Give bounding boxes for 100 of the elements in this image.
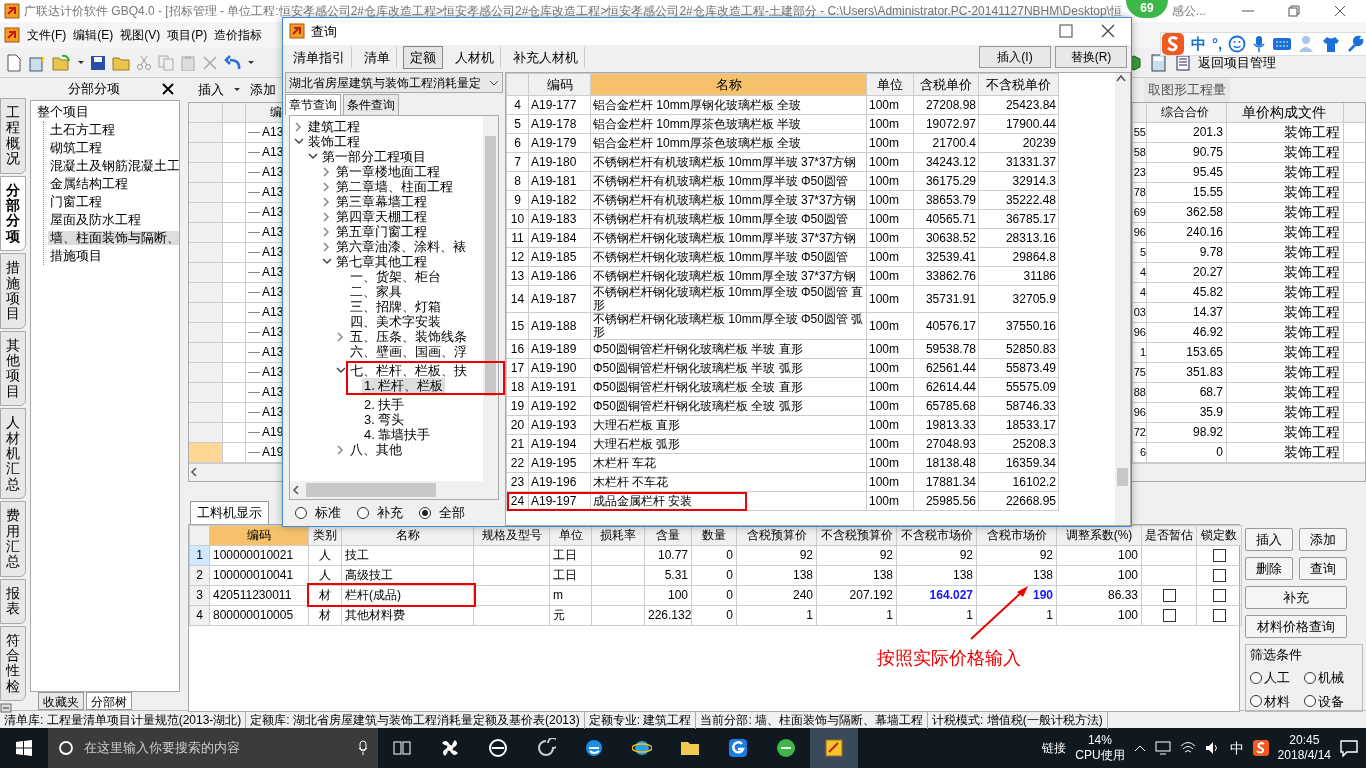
keyboard-icon[interactable] xyxy=(1272,37,1293,51)
row-marker[interactable] xyxy=(189,163,223,183)
caret-icon[interactable] xyxy=(234,88,240,92)
action-button[interactable]: 查询 xyxy=(1299,556,1347,580)
tree-item[interactable]: 六、壁画、国画、浮 xyxy=(348,344,469,359)
tab[interactable]: 清单指引 xyxy=(287,46,352,69)
side-tab[interactable]: 符合性检 xyxy=(0,625,26,702)
task-view-icon[interactable] xyxy=(392,738,412,758)
row-marker[interactable] xyxy=(189,203,223,223)
g-app-icon[interactable] xyxy=(728,738,748,758)
action-button[interactable]: 材料价格查询 xyxy=(1245,614,1347,638)
checkbox[interactable] xyxy=(1162,589,1176,603)
radio-button[interactable] xyxy=(1304,695,1316,708)
tab[interactable]: 定额 xyxy=(403,45,443,70)
checkbox[interactable] xyxy=(1212,609,1226,623)
scroll-left-icon[interactable] xyxy=(290,484,302,496)
checkbox[interactable] xyxy=(1212,549,1226,563)
tree-item[interactable]: 门窗工程 xyxy=(48,195,104,209)
caret-icon[interactable] xyxy=(78,61,84,64)
ime-logo-icon[interactable] xyxy=(1252,740,1269,756)
radio-button[interactable] xyxy=(1304,671,1316,684)
panel-tab[interactable]: 分部树 xyxy=(86,692,132,710)
row-number[interactable]: 4 xyxy=(189,605,210,625)
extract-button[interactable]: 取图形工程量 xyxy=(1144,78,1230,102)
tree-item[interactable]: 八、其他 xyxy=(348,442,404,457)
tree-item[interactable]: 混凝土及钢筋混凝土工 xyxy=(48,159,179,173)
menu-item[interactable]: 造价指标 xyxy=(214,26,263,44)
tree-item[interactable]: 第四章天棚工程 xyxy=(334,209,429,224)
scroll-up-icon[interactable] xyxy=(1115,73,1127,83)
menu-item[interactable]: 项目(P) xyxy=(167,26,208,44)
row-marker[interactable] xyxy=(189,303,223,323)
wrench-icon[interactable] xyxy=(1346,35,1365,53)
row-marker[interactable] xyxy=(189,223,223,243)
radio-button[interactable] xyxy=(1250,671,1262,684)
tab[interactable]: 清单 xyxy=(358,46,397,69)
undo-icon[interactable] xyxy=(224,54,242,71)
caret-icon[interactable] xyxy=(248,61,254,64)
row-marker[interactable] xyxy=(189,443,223,463)
input-language[interactable]: 中 xyxy=(1229,737,1244,759)
calculator-icon[interactable] xyxy=(1150,53,1168,72)
checkbox[interactable] xyxy=(1212,569,1226,583)
row-marker[interactable] xyxy=(189,263,223,283)
library-dropdown[interactable]: 湖北省房屋建筑与装饰工程消耗量定 xyxy=(285,72,503,93)
tree-item[interactable]: 屋面及防水工程 xyxy=(48,213,143,227)
tree-item[interactable]: 砌筑工程 xyxy=(48,141,104,155)
tree-item[interactable]: 整个项目 xyxy=(35,105,91,119)
row-marker[interactable] xyxy=(189,403,223,423)
row-marker[interactable] xyxy=(189,123,223,143)
fan-icon[interactable] xyxy=(440,738,460,758)
wifi-icon[interactable] xyxy=(1179,741,1196,755)
dialog-button[interactable]: 替换(R) xyxy=(1055,46,1127,69)
windows-start-icon[interactable] xyxy=(16,740,32,756)
row-marker[interactable] xyxy=(189,243,223,263)
tree-item[interactable]: 第一部分工程项目 xyxy=(320,149,428,164)
row-marker[interactable] xyxy=(189,283,223,303)
menu-item[interactable]: 文件(F) xyxy=(27,26,67,44)
tree-item[interactable]: 七、栏杆、栏板、扶 xyxy=(348,363,469,378)
scrollbar-thumb[interactable] xyxy=(1117,468,1128,486)
tree-item[interactable]: 4. 靠墙扶手 xyxy=(362,427,433,442)
side-tab[interactable]: 措施项目 xyxy=(0,253,26,329)
shirt-icon[interactable] xyxy=(1322,35,1341,53)
insert-button[interactable]: 插入 xyxy=(198,80,224,100)
row-marker[interactable] xyxy=(189,143,223,163)
row-number[interactable]: 3 xyxy=(189,585,210,605)
action-button[interactable]: 插入 xyxy=(1245,527,1293,551)
tree-item[interactable]: 墙、柱面装饰与隔断、 xyxy=(48,231,179,245)
side-tab[interactable]: 报表 xyxy=(0,578,26,624)
row-marker[interactable] xyxy=(189,343,223,363)
row-marker[interactable] xyxy=(189,363,223,383)
action-button[interactable]: 删除 xyxy=(1245,556,1293,580)
row-marker[interactable] xyxy=(189,323,223,343)
scroll-left-icon[interactable] xyxy=(189,466,199,479)
side-tab[interactable]: 其他项目 xyxy=(0,330,26,407)
restore-icon[interactable] xyxy=(1286,3,1302,19)
edge-icon[interactable] xyxy=(584,738,604,758)
open-folder-icon[interactable] xyxy=(52,53,72,72)
row-marker[interactable] xyxy=(189,183,223,203)
panel-tab[interactable]: 收藏夹 xyxy=(38,692,84,710)
search-field[interactable]: 在这里输入你要搜索的内容 xyxy=(48,728,378,768)
checkbox[interactable] xyxy=(1212,589,1226,603)
maximize-icon[interactable] xyxy=(1059,24,1073,39)
close-icon[interactable] xyxy=(1332,3,1348,19)
scrollbar-thumb[interactable] xyxy=(485,136,496,396)
panel-tab[interactable]: 工料机显示 xyxy=(190,501,269,524)
toolbar-label[interactable]: 链接 xyxy=(1042,739,1067,757)
clock-date[interactable]: 2018/4/14 xyxy=(1277,748,1331,763)
radio-button[interactable] xyxy=(357,507,369,519)
round-app-icon[interactable] xyxy=(776,738,796,758)
notification-icon[interactable] xyxy=(1340,739,1358,757)
add-button[interactable]: 添加 xyxy=(250,80,276,100)
checkbox[interactable] xyxy=(1162,609,1176,623)
clock-time[interactable]: 20:45 xyxy=(1289,733,1320,748)
spiral-icon[interactable] xyxy=(536,738,556,758)
radio-button[interactable] xyxy=(419,507,431,519)
radio-button[interactable] xyxy=(295,507,307,519)
menu-item[interactable]: 视图(V) xyxy=(120,26,161,44)
smiley-icon[interactable] xyxy=(1228,35,1247,53)
tab[interactable]: 人材机 xyxy=(449,46,501,69)
side-tab[interactable]: 工程概况 xyxy=(0,98,26,174)
side-tab[interactable]: 人材机汇总 xyxy=(0,408,26,500)
